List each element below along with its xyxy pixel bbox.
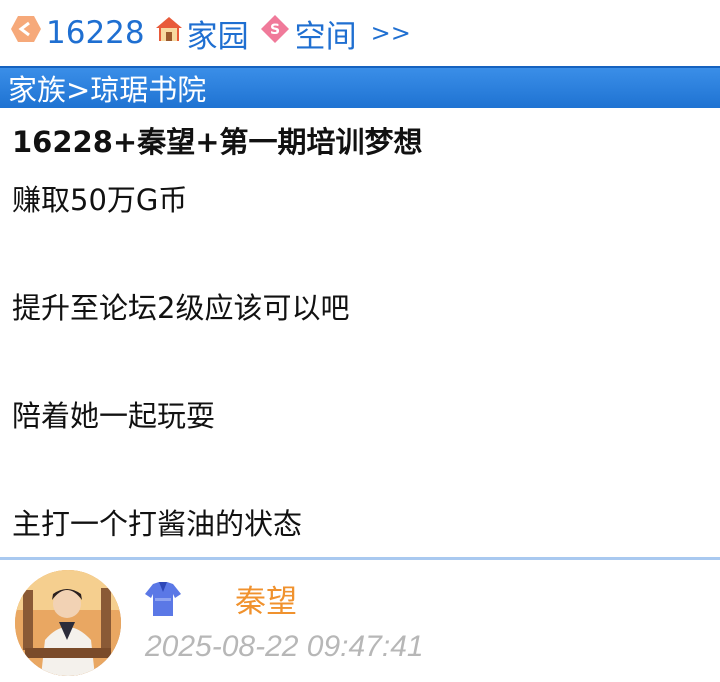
- svg-text:S: S: [270, 22, 280, 38]
- post-body: 16228+秦望+第一期培训梦想 赚取50万G币 提升至论坛2级应该可以吧 陪着…: [0, 122, 720, 544]
- post-paragraph: 主打一个打酱油的状态: [12, 507, 303, 541]
- top-nav: 16228 家园 S 空间 >>: [0, 0, 720, 66]
- post-paragraph: 赚取50万G币: [12, 183, 188, 217]
- post-timestamp: 2025-08-22 09:47:41: [145, 630, 424, 663]
- post-paragraph: 陪着她一起玩耍: [12, 399, 216, 433]
- more-link[interactable]: >>: [371, 19, 411, 47]
- breadcrumb[interactable]: 家族>琼琚书院: [0, 66, 720, 108]
- diamond-s-icon: S: [259, 13, 291, 53]
- post-paragraph: 提升至论坛2级应该可以吧: [12, 291, 350, 325]
- breadcrumb-text[interactable]: 家族>琼琚书院: [8, 67, 206, 109]
- author-block: 秦望 2025-08-22 09:47:41: [15, 570, 715, 678]
- avatar[interactable]: [15, 570, 121, 676]
- hexagon-arrow-icon[interactable]: [10, 14, 42, 52]
- house-icon: [155, 15, 183, 51]
- space-link[interactable]: 空间: [295, 11, 357, 56]
- user-id-link[interactable]: 16228: [46, 15, 145, 51]
- divider: [0, 557, 720, 560]
- post-title: 16228+秦望+第一期培训梦想: [12, 125, 423, 159]
- home-link[interactable]: 家园: [187, 11, 249, 56]
- author-name[interactable]: 秦望: [235, 576, 297, 621]
